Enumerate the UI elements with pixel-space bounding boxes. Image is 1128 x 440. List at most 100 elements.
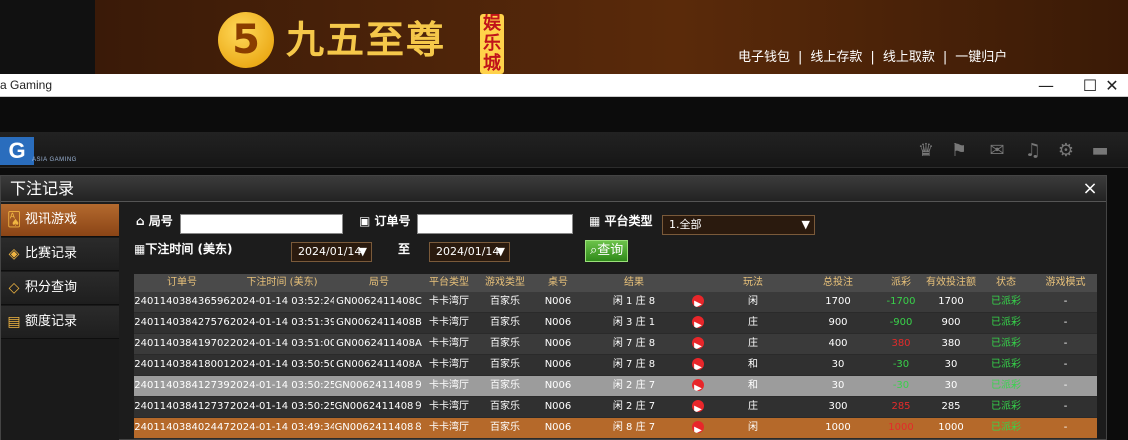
date-from-select[interactable]: 2024/01/14 ▼	[291, 242, 372, 262]
vip-icon[interactable]: ♛	[913, 140, 939, 162]
play-video-icon[interactable]: ▶	[688, 376, 708, 396]
cell-platform: 卡卡湾厅	[429, 338, 469, 349]
site-logo-text: 九五至尊	[286, 17, 447, 62]
grid-icon: ▦	[589, 214, 601, 228]
cell-valid: 1700	[938, 296, 964, 307]
cell-table: N006	[544, 422, 572, 433]
flag-icon[interactable]: ⚑	[946, 140, 972, 162]
cell-round: GN0062411408B	[336, 317, 422, 328]
link-one-click-return[interactable]: 一键归户	[955, 50, 1007, 65]
cell-mode: -	[1063, 401, 1068, 412]
cell-status: 已派彩	[991, 401, 1021, 412]
cell-game: 百家乐	[490, 422, 520, 433]
cell-bet: 900	[828, 317, 848, 328]
cell-round: GN0062411408A	[336, 338, 422, 349]
cell-mode: -	[1063, 359, 1068, 370]
cell-play: 和	[748, 359, 758, 370]
date-to-select[interactable]: 2024/01/14 ▼	[429, 242, 510, 262]
cell-play: 庄	[748, 317, 758, 328]
cell-result: 闲 8 庄 7	[612, 422, 656, 433]
cell-table: N006	[544, 359, 572, 370]
diamond-icon: ◇	[8, 280, 20, 296]
play-video-icon[interactable]: ▶	[688, 355, 708, 375]
tag-icon: ⌂	[136, 214, 145, 228]
play-video-icon[interactable]: ▶	[688, 397, 708, 417]
music-icon[interactable]: ♫	[1020, 140, 1046, 162]
cell-table: N006	[544, 296, 572, 307]
link-e-wallet[interactable]: 电子钱包	[738, 50, 790, 65]
round-input[interactable]	[180, 214, 343, 234]
window-close-button[interactable]: ✕	[1096, 74, 1128, 97]
cell-status: 已派彩	[991, 422, 1021, 433]
order-input[interactable]	[417, 214, 573, 234]
window-titlebar: a Gaming — ☐ ✕	[0, 74, 1128, 97]
asia-gaming-logo: G	[0, 137, 34, 165]
cell-play: 和	[748, 380, 758, 391]
gear-icon[interactable]: ⚙	[1053, 140, 1079, 162]
dialog-close-icon[interactable]: ×	[1081, 178, 1099, 200]
play-video-icon[interactable]: ▶	[688, 334, 708, 354]
calendar-icon: ▦	[134, 242, 146, 256]
cell-order: 240114038418001	[134, 359, 230, 370]
cell-result: 闲 2 庄 7	[612, 380, 656, 391]
cell-bet: 30	[831, 359, 845, 370]
play-video-icon[interactable]: ▶	[688, 292, 708, 312]
sidebar-item-match-records[interactable]: ◈ 比赛记录	[1, 238, 119, 271]
site-links: 电子钱包 | 线上存款 | 线上取款 | 一键归户	[738, 50, 1008, 65]
message-icon[interactable]: ▬	[1087, 140, 1113, 162]
play-icon[interactable]: ▶	[692, 337, 704, 349]
table-row[interactable]: 240114038436596 2024-01-14 03:52:24 GN0062…	[134, 292, 1097, 313]
platform-select[interactable]: 1.全部 ▼	[662, 215, 815, 235]
play-icon[interactable]: ▶	[692, 400, 704, 412]
play-icon[interactable]: ▶	[692, 295, 704, 307]
sidebar-item-label: 视讯游戏	[25, 212, 78, 227]
play-video-icon[interactable]: ▶	[688, 418, 708, 438]
cell-order: 240114038419702	[134, 338, 230, 349]
clipboard-icon: ▣	[359, 214, 371, 228]
sidebar-item-points-query[interactable]: ◇ 积分查询	[1, 272, 119, 305]
table-row[interactable]: 240114038402447 2024-01-14 03:49:34 GN0062…	[134, 418, 1097, 439]
sidebar-item-credit-records[interactable]: ▤ 额度记录	[1, 306, 119, 339]
minimize-button[interactable]: —	[1023, 74, 1069, 97]
link-online-deposit[interactable]: 线上存款	[810, 50, 862, 65]
asia-gaming-logo-sub: ASIA GAMING	[32, 157, 77, 163]
chat-icon[interactable]: ✉	[984, 140, 1010, 162]
cell-order: 240114038427576	[134, 317, 230, 328]
table-row[interactable]: 240114038427576 2024-01-14 03:51:39 GN0062…	[134, 313, 1097, 334]
play-icon[interactable]: ▶	[692, 379, 704, 391]
table-row[interactable]: 240114038418001 2024-01-14 03:50:50 GN0062…	[134, 355, 1097, 376]
play-icon[interactable]: ▶	[692, 316, 704, 328]
sidebar-item-video-games[interactable]: 🂡 视讯游戏	[1, 204, 119, 237]
table-row[interactable]: 240114038419702 2024-01-14 03:51:00 GN0062…	[134, 334, 1097, 355]
cell-valid: 1000	[938, 422, 964, 433]
cell-valid: 285	[941, 401, 961, 412]
cell-order: 240114038436596	[134, 296, 230, 307]
cell-game: 百家乐	[490, 359, 520, 370]
cell-game: 百家乐	[490, 317, 520, 328]
play-icon[interactable]: ▶	[692, 358, 704, 370]
table-row[interactable]: 240114038412739 2024-01-14 03:50:25 GN0062…	[134, 376, 1097, 397]
chevron-down-icon: ▼	[496, 245, 505, 258]
cell-time: 2024-01-14 03:52:24	[230, 296, 334, 307]
query-button[interactable]: ⌕查询	[585, 240, 629, 262]
cell-mode: -	[1063, 380, 1068, 391]
cell-platform: 卡卡湾厅	[429, 422, 469, 433]
play-video-icon[interactable]: ▶	[688, 313, 708, 333]
logo-badge: 娱乐城	[480, 14, 504, 74]
cell-round: GN0062411408９	[334, 401, 424, 412]
bet-time-label: ▦下注时间 (美东)	[134, 242, 233, 256]
site-banner: 5 九五至尊 娱乐城 电子钱包 | 线上存款 | 线上取款 | 一键归户	[0, 0, 1128, 74]
link-online-withdraw[interactable]: 线上取款	[883, 50, 935, 65]
cell-order: 240114038412737	[134, 401, 230, 412]
cell-status: 已派彩	[991, 296, 1021, 307]
cell-game: 百家乐	[490, 401, 520, 412]
cell-order: 240114038402447	[134, 422, 230, 433]
cards-icon: 🂡	[6, 212, 22, 228]
cell-status: 已派彩	[991, 317, 1021, 328]
cell-bet: 30	[831, 380, 845, 391]
table-row[interactable]: 240114038412737 2024-01-14 03:50:25 GN0062…	[134, 397, 1097, 418]
play-icon[interactable]: ▶	[692, 421, 704, 433]
cell-time: 2024-01-14 03:49:34	[230, 422, 334, 433]
cell-status: 已派彩	[991, 380, 1021, 391]
cell-bet: 400	[828, 338, 848, 349]
